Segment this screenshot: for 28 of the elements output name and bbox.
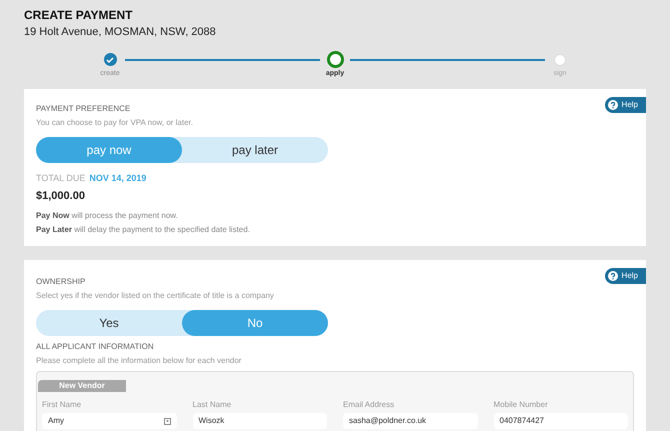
note-text: Pay Now will process the payment now. (36, 210, 179, 222)
text-field[interactable]: Wisozk (192, 413, 327, 429)
help-button[interactable]: Help (604, 268, 646, 284)
toggle-option[interactable]: pay later (182, 137, 328, 163)
total-amount: $1,000.00 (36, 188, 86, 204)
address-text: 19 Holt Avenue, MOSMAN, NSW, 2088 (24, 25, 217, 40)
help-button[interactable]: Help (604, 97, 646, 113)
total-date: NOV 14, 2019 (89, 172, 146, 185)
section-title: ALL APPLICANT INFORMATION (36, 341, 155, 353)
help-icon (608, 271, 618, 281)
help-icon (608, 100, 618, 110)
total-label: TOTAL DUE (36, 172, 86, 185)
contact-card-icon (164, 418, 170, 424)
toggle-option[interactable]: Yes (36, 310, 182, 336)
page-title: CREATE PAYMENT (24, 7, 134, 24)
section-title: PAYMENT PREFERENCE (36, 103, 130, 115)
field-label: Mobile Number (494, 399, 549, 411)
text-field[interactable]: Amy (42, 413, 176, 429)
text-field[interactable]: sasha@poldner.co.uk (343, 413, 478, 429)
section-subtitle: Please complete all the information below for each vendor (36, 355, 242, 367)
field-label: Last Name (192, 399, 232, 411)
section-subtitle: You can choose to pay for VPA now, or later. (36, 117, 194, 129)
field-label: Email Address (343, 399, 396, 411)
note-text: Pay Later will delay the payment to the specified date listed. (36, 224, 251, 236)
section-subtitle: Select yes if the vendor listed on the certificate of title is a company (36, 290, 275, 302)
section-title: OWNERSHIP (36, 276, 86, 288)
field-label: First Name (42, 399, 82, 411)
text-field[interactable]: 0407874427 (494, 413, 628, 429)
